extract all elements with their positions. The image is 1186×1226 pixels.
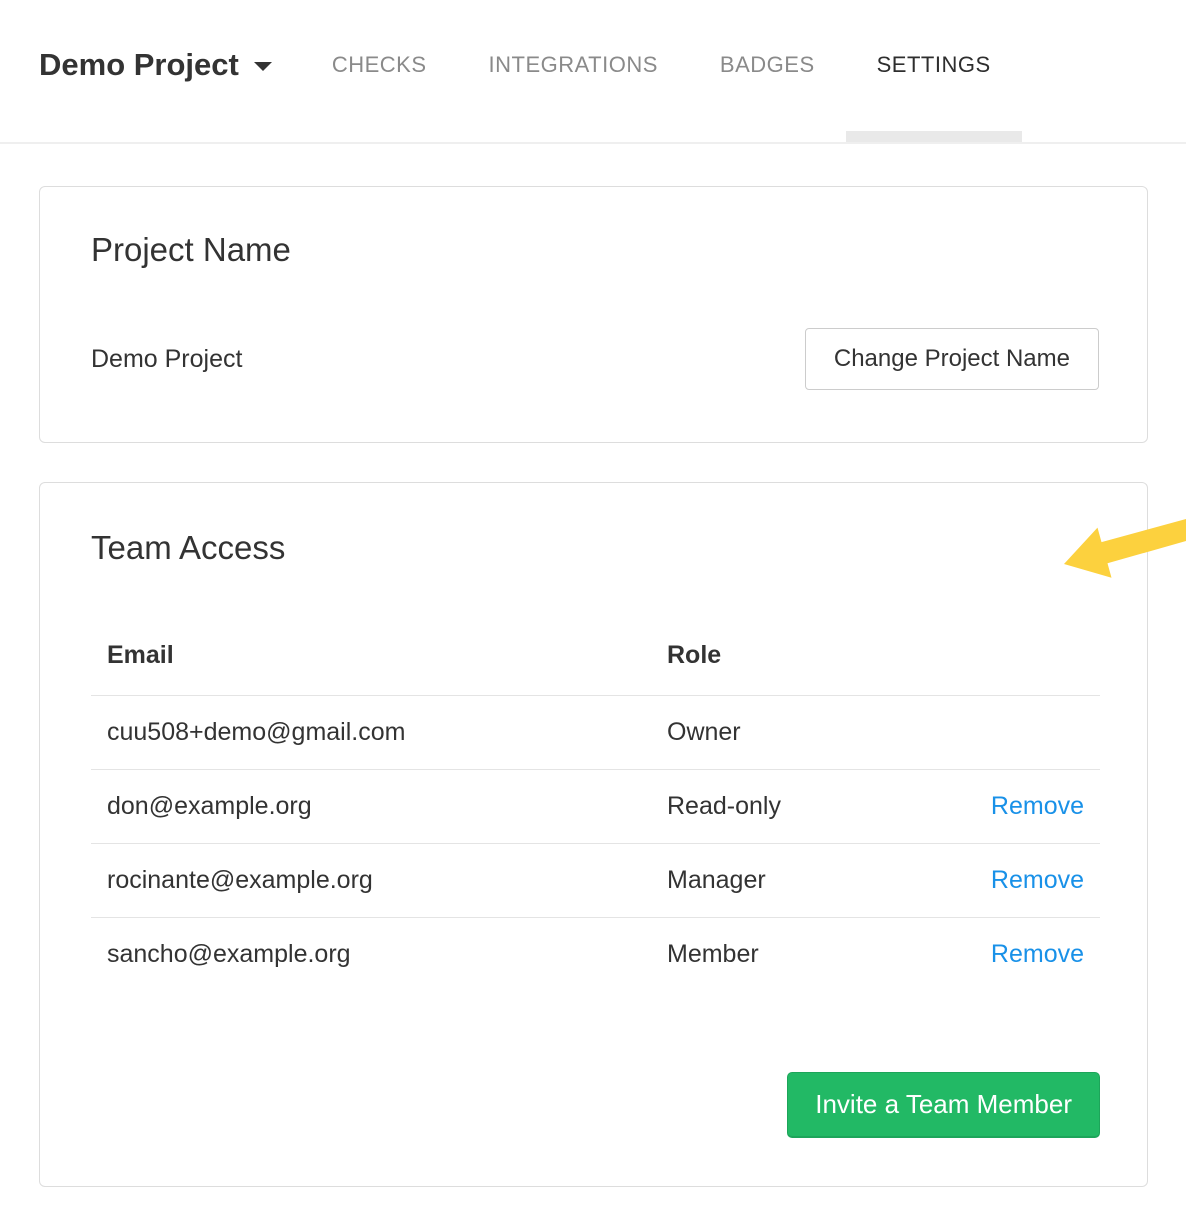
member-action-cell: Remove xyxy=(964,770,1100,844)
member-email-cell: sancho@example.org xyxy=(91,918,651,992)
tab-integrations[interactable]: INTEGRATIONS xyxy=(458,0,689,142)
remove-member-link[interactable]: Remove xyxy=(991,940,1084,968)
column-header-actions xyxy=(964,615,1100,696)
remove-member-link[interactable]: Remove xyxy=(991,792,1084,820)
project-switcher[interactable]: Demo Project xyxy=(39,47,272,83)
remove-member-link[interactable]: Remove xyxy=(991,866,1084,894)
tab-badges[interactable]: BADGES xyxy=(689,0,846,142)
team-member-row: sancho@example.org Member Remove xyxy=(91,918,1100,992)
team-access-card-title: Team Access xyxy=(91,529,1099,567)
chevron-down-icon xyxy=(254,62,272,71)
member-email-cell: don@example.org xyxy=(91,770,651,844)
tab-settings[interactable]: SETTINGS xyxy=(846,0,1022,142)
member-action-cell xyxy=(964,696,1100,770)
member-role-cell: Member xyxy=(651,918,964,992)
member-action-cell: Remove xyxy=(964,918,1100,992)
team-members-table: Email Role cuu508+demo@gmail.com Owner d… xyxy=(91,615,1100,991)
team-member-row: don@example.org Read-only Remove xyxy=(91,770,1100,844)
project-name-card: Project Name Demo Project Change Project… xyxy=(39,186,1148,443)
member-email-cell: cuu508+demo@gmail.com xyxy=(91,696,651,770)
member-role-cell: Manager xyxy=(651,844,964,918)
tab-settings-label: SETTINGS xyxy=(877,52,991,78)
member-email-cell: rocinante@example.org xyxy=(91,844,651,918)
active-tab-indicator xyxy=(846,131,1022,142)
member-role-cell: Owner xyxy=(651,696,964,770)
settings-page: Project Name Demo Project Change Project… xyxy=(0,144,1186,1187)
member-role-cell: Read-only xyxy=(651,770,964,844)
team-member-row: cuu508+demo@gmail.com Owner xyxy=(91,696,1100,770)
column-header-email: Email xyxy=(91,615,651,696)
table-header-row: Email Role xyxy=(91,615,1100,696)
current-project-name: Demo Project xyxy=(91,345,242,374)
column-header-role: Role xyxy=(651,615,964,696)
invite-team-member-button[interactable]: Invite a Team Member xyxy=(787,1072,1100,1138)
project-switcher-label: Demo Project xyxy=(39,47,239,83)
team-access-card: Team Access Email Role cuu508+demo@gmail… xyxy=(39,482,1148,1187)
top-navbar: Demo Project CHECKS INTEGRATIONS BADGES … xyxy=(0,0,1186,144)
project-name-card-title: Project Name xyxy=(91,231,1099,269)
member-action-cell: Remove xyxy=(964,844,1100,918)
tab-checks[interactable]: CHECKS xyxy=(301,0,458,142)
nav-tabs: CHECKS INTEGRATIONS BADGES SETTINGS xyxy=(301,0,1022,142)
team-member-row: rocinante@example.org Manager Remove xyxy=(91,844,1100,918)
change-project-name-button[interactable]: Change Project Name xyxy=(805,328,1099,390)
